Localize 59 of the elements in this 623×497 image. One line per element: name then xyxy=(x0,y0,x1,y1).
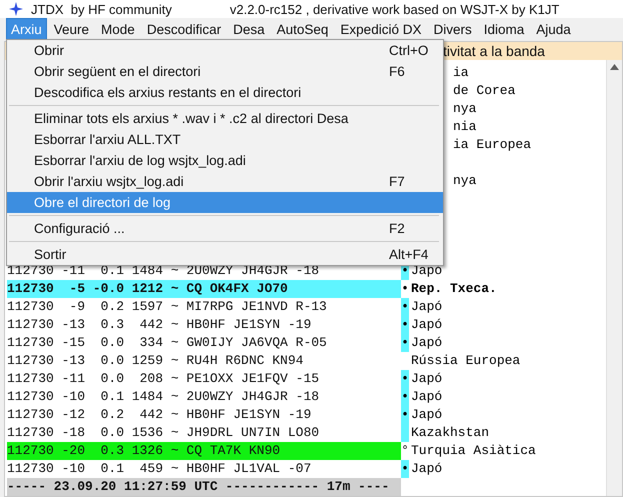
country-cell-text: nia xyxy=(452,118,476,136)
menu-bar-item[interactable]: Ajuda xyxy=(531,18,576,41)
menu-bar-item[interactable]: AutoSeq xyxy=(272,18,334,41)
country-cell-text: Japó xyxy=(410,370,442,388)
country-cell-text: Turquia Asiàtica xyxy=(410,442,536,460)
star-logo-icon xyxy=(9,2,23,16)
marker-cell: • xyxy=(401,298,409,316)
country-cell-text: ia Europea xyxy=(452,136,532,154)
country-cell-text: Japó xyxy=(410,262,442,280)
menu-item[interactable]: Obrir següent en el directori F6 xyxy=(7,61,443,82)
marker-cell: • xyxy=(401,334,409,352)
decode-line[interactable]: 112730 -12 0.2 442 ~ HB0HF JE1SYN -19 xyxy=(7,406,401,424)
decode-line[interactable]: 112730 -18 0.0 1536 ~ JH9DRL UN7IN LO80 xyxy=(7,424,401,442)
menu-item[interactable]: Descodifica els arxius restants en el directori xyxy=(7,82,443,103)
country-cell-text: nya xyxy=(452,172,476,190)
marker-cell: • xyxy=(401,406,409,424)
marker-cell: • xyxy=(401,460,409,478)
marker-cell: • xyxy=(401,370,409,388)
window-subtitle: v2.2.0-rc152 , derivative work based on WSJT-X by K1JT xyxy=(230,2,560,16)
menu-item[interactable]: Esborrar l'arxiu de log wsjtx_log.adi xyxy=(7,150,443,171)
decode-line[interactable]: 112730 -15 0.0 334 ~ GW0IJY JA6VQA R-05 xyxy=(7,334,401,352)
decode-line[interactable]: 112730 -10 0.1 459 ~ HB0HF JL1VAL -07 xyxy=(7,460,401,478)
menu-item[interactable]: Obrir l'arxiu wsjtx_log.adi F7 xyxy=(7,171,443,192)
country-cell-text: Rússia Europea xyxy=(410,352,520,370)
menu-bar-item[interactable]: Descodificar xyxy=(142,18,226,41)
decode-line[interactable]: 112730 -10 0.1 1484 ~ 2U0WZY JH4GJR -18 xyxy=(7,388,401,406)
marker-cell: • xyxy=(401,388,409,406)
menu-bar-item[interactable]: Expedició DX xyxy=(335,18,426,41)
menu-bar-item[interactable]: Mode xyxy=(96,18,140,41)
country-cell-text: Japó xyxy=(410,388,442,406)
window-title: JTDX by HF community xyxy=(31,2,172,16)
decode-line[interactable]: 112730 -9 0.2 1597 ~ MI7RPG JE1NVD R-13 xyxy=(7,298,401,316)
country-cell-text: Japó xyxy=(410,406,442,424)
country-cell-text: Japó xyxy=(410,334,442,352)
country-cell-text: Kazakhstan xyxy=(410,424,490,442)
up-arrow-icon[interactable] xyxy=(610,64,619,70)
decode-line[interactable]: 112730 -13 0.0 1259 ~ RU4H R6DNC KN94 xyxy=(7,352,401,370)
decode-line[interactable]: 112730 -13 0.3 442 ~ HB0HF JE1SYN -19 xyxy=(7,316,401,334)
menu-item[interactable]: Esborrar l'arxiu ALL.TXT xyxy=(7,129,443,150)
country-cell-text: de Corea xyxy=(452,82,516,100)
menu-item[interactable]: Sortir Alt+F4 xyxy=(7,244,443,265)
country-cell-text: Rep. Txeca. xyxy=(410,280,497,298)
menu-bar-item[interactable]: Divers xyxy=(428,18,477,41)
marker-cell: • xyxy=(401,280,409,298)
country-cell-text: Japó xyxy=(410,460,442,478)
menu-item[interactable]: Obrir Ctrl+O xyxy=(7,40,443,61)
country-cell-text: nya xyxy=(452,100,476,118)
decode-line[interactable]: 112730 -11 0.0 208 ~ PE1OXX JE1FQV -15 xyxy=(7,370,401,388)
menu-bar-item[interactable]: Veure xyxy=(48,18,94,41)
menu-bar-item[interactable]: Desa xyxy=(228,18,270,41)
scrollbar[interactable] xyxy=(606,60,622,496)
marker-cell: ° xyxy=(401,442,409,460)
marker-cell: • xyxy=(401,316,409,334)
menu-item[interactable]: Configuració ... F2 xyxy=(7,218,443,239)
country-cell-text: Japó xyxy=(410,298,442,316)
menu-item[interactable]: Eliminar tots els arxius * .wav i * .c2 al directori Desa xyxy=(7,108,443,129)
country-cell-text: ia xyxy=(452,64,469,82)
country-cell-text: Japó xyxy=(410,316,442,334)
menu-bar-item[interactable]: Idioma xyxy=(478,18,530,41)
